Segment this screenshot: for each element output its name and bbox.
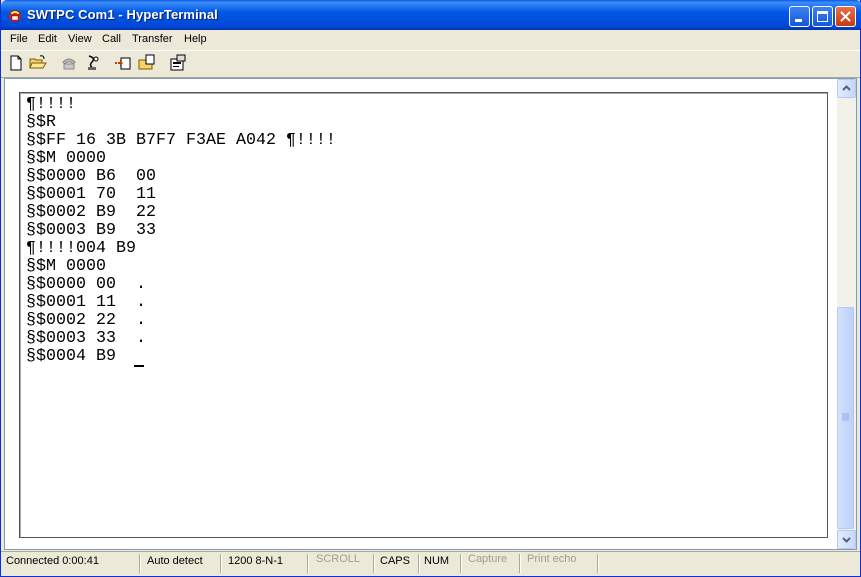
menu-transfer[interactable]: Transfer (132, 33, 173, 45)
status-connected: Connected 0:00:41 (6, 555, 99, 567)
scroll-up-button[interactable] (837, 79, 856, 98)
toolbar (1, 50, 860, 78)
title-bar[interactable]: SWTPC Com1 - HyperTerminal (1, 0, 861, 30)
scroll-down-button[interactable] (837, 530, 856, 549)
status-divider (597, 554, 598, 573)
menu-file[interactable]: File (10, 33, 28, 45)
maximize-icon (817, 11, 828, 22)
grip-icon (842, 413, 849, 421)
terminal-line: §$M 0000 (26, 257, 106, 276)
close-button[interactable] (835, 6, 856, 27)
status-divider (373, 554, 374, 573)
open-icon[interactable] (29, 54, 47, 72)
terminal-line: ¶!!!!004 B9 (26, 239, 136, 258)
menu-bar: File Edit View Call Transfer Help (1, 30, 860, 49)
terminal-line: §$0004 B9 (26, 347, 136, 366)
terminal-line: §$0003 33 . (26, 329, 146, 348)
text-cursor (134, 365, 144, 367)
vertical-scrollbar[interactable] (837, 79, 856, 549)
terminal-line: §$0002 22 . (26, 311, 146, 330)
terminal-line: §$0000 00 . (26, 275, 146, 294)
terminal-line: §$0001 11 . (26, 293, 146, 312)
terminal-line: §$FF 16 3B B7F7 F3AE A042 ¶!!!! (26, 131, 336, 150)
disconnect-phone-icon[interactable] (84, 54, 102, 72)
terminal-line: §$0003 B9 33 (26, 221, 156, 240)
status-divider (139, 554, 140, 573)
send-icon[interactable] (114, 54, 132, 72)
window-title: SWTPC Com1 - HyperTerminal (27, 7, 218, 22)
menu-call[interactable]: Call (102, 33, 121, 45)
status-capture: Capture (468, 553, 508, 565)
menu-view[interactable]: View (68, 33, 92, 45)
scroll-thumb[interactable] (837, 307, 854, 529)
status-divider (519, 554, 520, 573)
maximize-button[interactable] (812, 6, 833, 27)
terminal-line: ¶!!!! (26, 95, 76, 114)
status-bar: Connected 0:00:41 Auto detect 1200 8-N-1… (1, 551, 860, 576)
receive-icon[interactable] (138, 54, 156, 72)
terminal-line: §$M 0000 (26, 149, 106, 168)
terminal-line: §$0002 B9 22 (26, 203, 156, 222)
menu-help[interactable]: Help (184, 33, 207, 45)
status-num: NUM (424, 555, 450, 567)
terminal-line: §$0001 70 11 (26, 185, 156, 204)
hyperterminal-window: SWTPC Com1 - HyperTerminal File Edit Vie… (0, 0, 861, 577)
terminal-client-area[interactable]: ¶!!!! §$R §$FF 16 3B B7F7 F3AE A042 ¶!!!… (4, 78, 857, 550)
status-scroll: SCROLL (316, 553, 361, 565)
minimize-button[interactable] (789, 6, 810, 27)
arrow-up-icon (842, 85, 851, 91)
status-caps: CAPS (380, 555, 410, 567)
terminal-screen[interactable]: ¶!!!! §$R §$FF 16 3B B7F7 F3AE A042 ¶!!!… (19, 92, 828, 538)
menu-edit[interactable]: Edit (38, 33, 57, 45)
status-settings: 1200 8-N-1 (228, 555, 284, 567)
new-connection-icon[interactable] (7, 54, 25, 72)
status-detect: Auto detect (147, 555, 203, 567)
status-divider (460, 554, 461, 573)
status-print-echo: Print echo (527, 553, 577, 565)
terminal-line: §$0000 B6 00 (26, 167, 156, 186)
minimize-icon (795, 19, 802, 22)
connect-phone-icon[interactable] (60, 54, 78, 72)
hyperterminal-phone-icon[interactable] (7, 7, 23, 23)
terminal-line: §$R (26, 113, 56, 132)
properties-icon[interactable] (169, 54, 187, 72)
close-icon (840, 11, 851, 22)
status-divider (220, 554, 221, 573)
arrow-down-icon (842, 537, 851, 543)
status-divider (418, 554, 419, 573)
status-divider (307, 554, 308, 573)
